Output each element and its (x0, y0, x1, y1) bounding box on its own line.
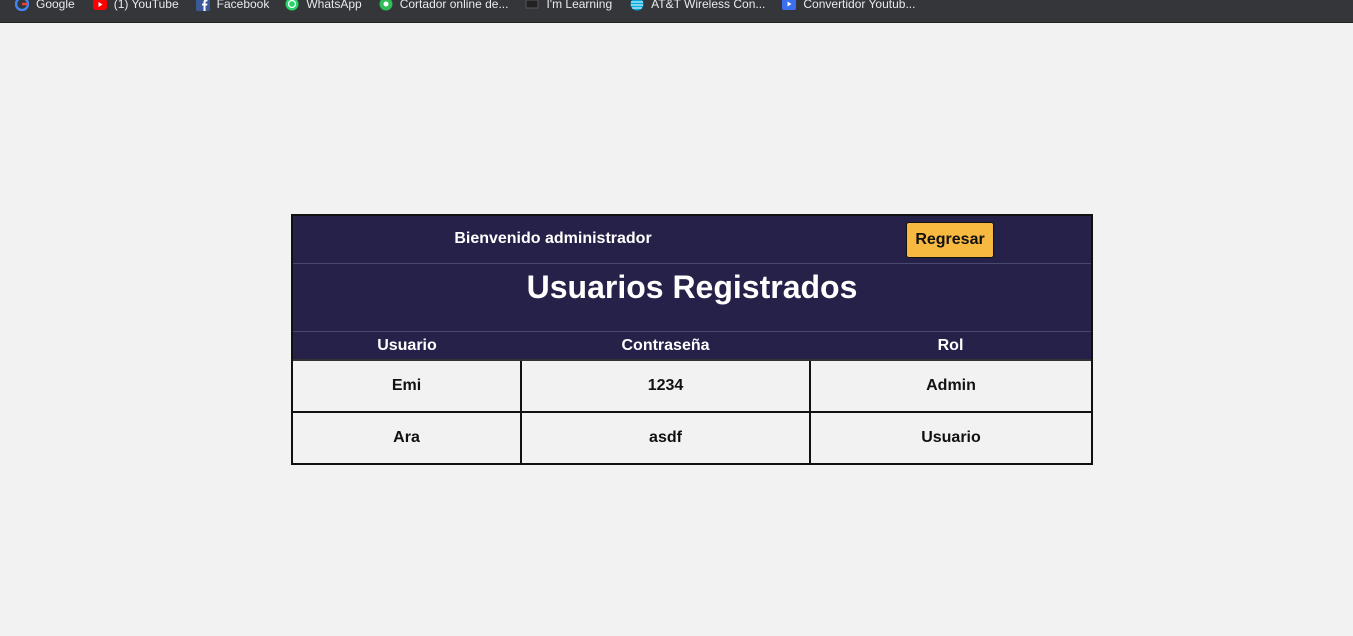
bookmark-label: Cortador online de... (399, 0, 509, 11)
back-button[interactable]: Regresar (906, 222, 994, 258)
cell-contrasena: 1234 (521, 360, 811, 413)
panel-header: Bienvenido administrador Regresar Usuari… (293, 216, 1091, 332)
bookmark-cutter[interactable]: Cortador online de... (378, 0, 509, 11)
table-row: Ara asdf Usuario (293, 412, 1091, 465)
bookmark-label: (1) YouTube (113, 0, 179, 11)
welcome-row: Bienvenido administrador Regresar (293, 216, 1091, 264)
bookmarks-bar: Google (1) YouTube Facebook WhatsApp Cor… (0, 0, 1353, 23)
column-header-rol: Rol (810, 332, 1091, 361)
cell-rol: Usuario (810, 412, 1091, 465)
learning-icon (524, 0, 540, 11)
bookmark-facebook[interactable]: Facebook (195, 0, 270, 11)
welcome-text: Bienvenido administrador (454, 230, 652, 247)
table-header-row: Usuario Contraseña Rol (293, 332, 1091, 361)
whatsapp-icon (284, 0, 300, 11)
youtube-icon (92, 0, 108, 11)
users-panel: Bienvenido administrador Regresar Usuari… (291, 214, 1093, 465)
bookmark-label: Convertidor Youtub... (803, 0, 916, 11)
users-table: Usuario Contraseña Rol Emi 1234 Admin Ar… (293, 332, 1091, 465)
bookmark-learning[interactable]: I'm Learning (524, 0, 613, 11)
table-row: Emi 1234 Admin (293, 360, 1091, 413)
cell-usuario: Ara (293, 412, 522, 465)
title-row: Usuarios Registrados (293, 264, 1091, 332)
bookmark-converter[interactable]: Convertidor Youtub... (781, 0, 916, 11)
bookmark-att[interactable]: AT&T Wireless Con... (629, 0, 766, 11)
google-icon (14, 0, 30, 11)
cell-contrasena: asdf (521, 412, 811, 465)
cutter-icon (378, 0, 394, 11)
bookmark-label: WhatsApp (306, 0, 362, 11)
bookmark-google[interactable]: Google (14, 0, 75, 11)
column-header-contrasena: Contraseña (521, 332, 810, 361)
bookmark-youtube[interactable]: (1) YouTube (92, 0, 179, 11)
bookmark-label: I'm Learning (546, 0, 613, 11)
bookmark-label: Google (36, 0, 75, 11)
column-header-usuario: Usuario (293, 332, 521, 361)
cell-rol: Admin (810, 360, 1091, 413)
att-icon (629, 0, 645, 11)
cell-usuario: Emi (293, 360, 522, 413)
facebook-icon (195, 0, 211, 11)
page-title: Usuarios Registrados (526, 269, 858, 305)
bookmark-whatsapp[interactable]: WhatsApp (284, 0, 362, 11)
bookmark-label: Facebook (216, 0, 270, 11)
converter-icon (781, 0, 797, 11)
bookmark-label: AT&T Wireless Con... (651, 0, 766, 11)
